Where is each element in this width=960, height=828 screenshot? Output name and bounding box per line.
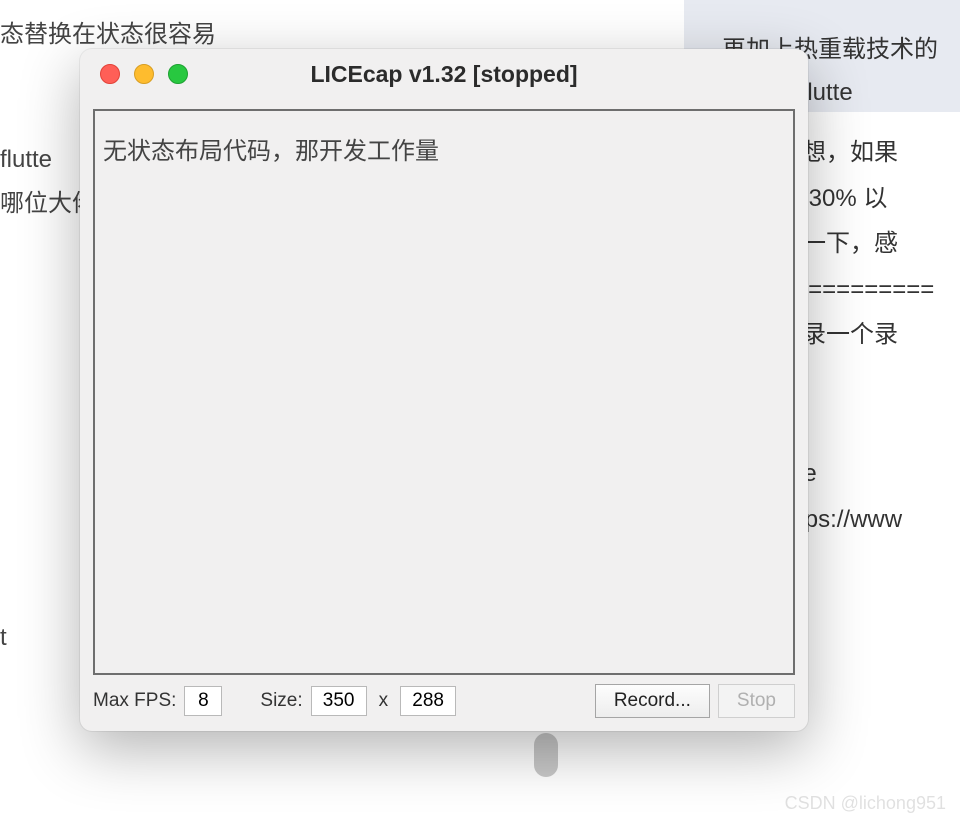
maximize-icon[interactable] (168, 64, 188, 84)
minimize-icon[interactable] (134, 64, 154, 84)
capture-area[interactable]: 无状态布局代码，那开发工作量 (93, 109, 795, 675)
watermark: CSDN @lichong951 (785, 793, 946, 814)
traffic-lights (100, 64, 188, 84)
window-titlebar[interactable]: LICEcap v1.32 [stopped] (80, 49, 808, 99)
size-x: x (375, 690, 393, 712)
height-input[interactable] (400, 686, 456, 716)
max-fps-input[interactable] (184, 686, 222, 716)
scrollbar-thumb[interactable] (534, 733, 558, 777)
stop-button: Stop (718, 684, 795, 718)
captured-text: 无状态布局代码，那开发工作量 (95, 111, 793, 193)
record-button[interactable]: Record... (595, 684, 710, 718)
max-fps-label: Max FPS: (93, 690, 176, 712)
controls-bar: Max FPS: Size: x Record... Stop (80, 681, 808, 731)
bg-text: t (0, 615, 7, 661)
bg-text: flutte (0, 137, 52, 183)
size-label: Size: (260, 690, 302, 712)
window-title: LICEcap v1.32 [stopped] (80, 61, 808, 88)
licecap-window: LICEcap v1.32 [stopped] 无状态布局代码，那开发工作量 M… (80, 49, 808, 731)
close-icon[interactable] (100, 64, 120, 84)
width-input[interactable] (311, 686, 367, 716)
